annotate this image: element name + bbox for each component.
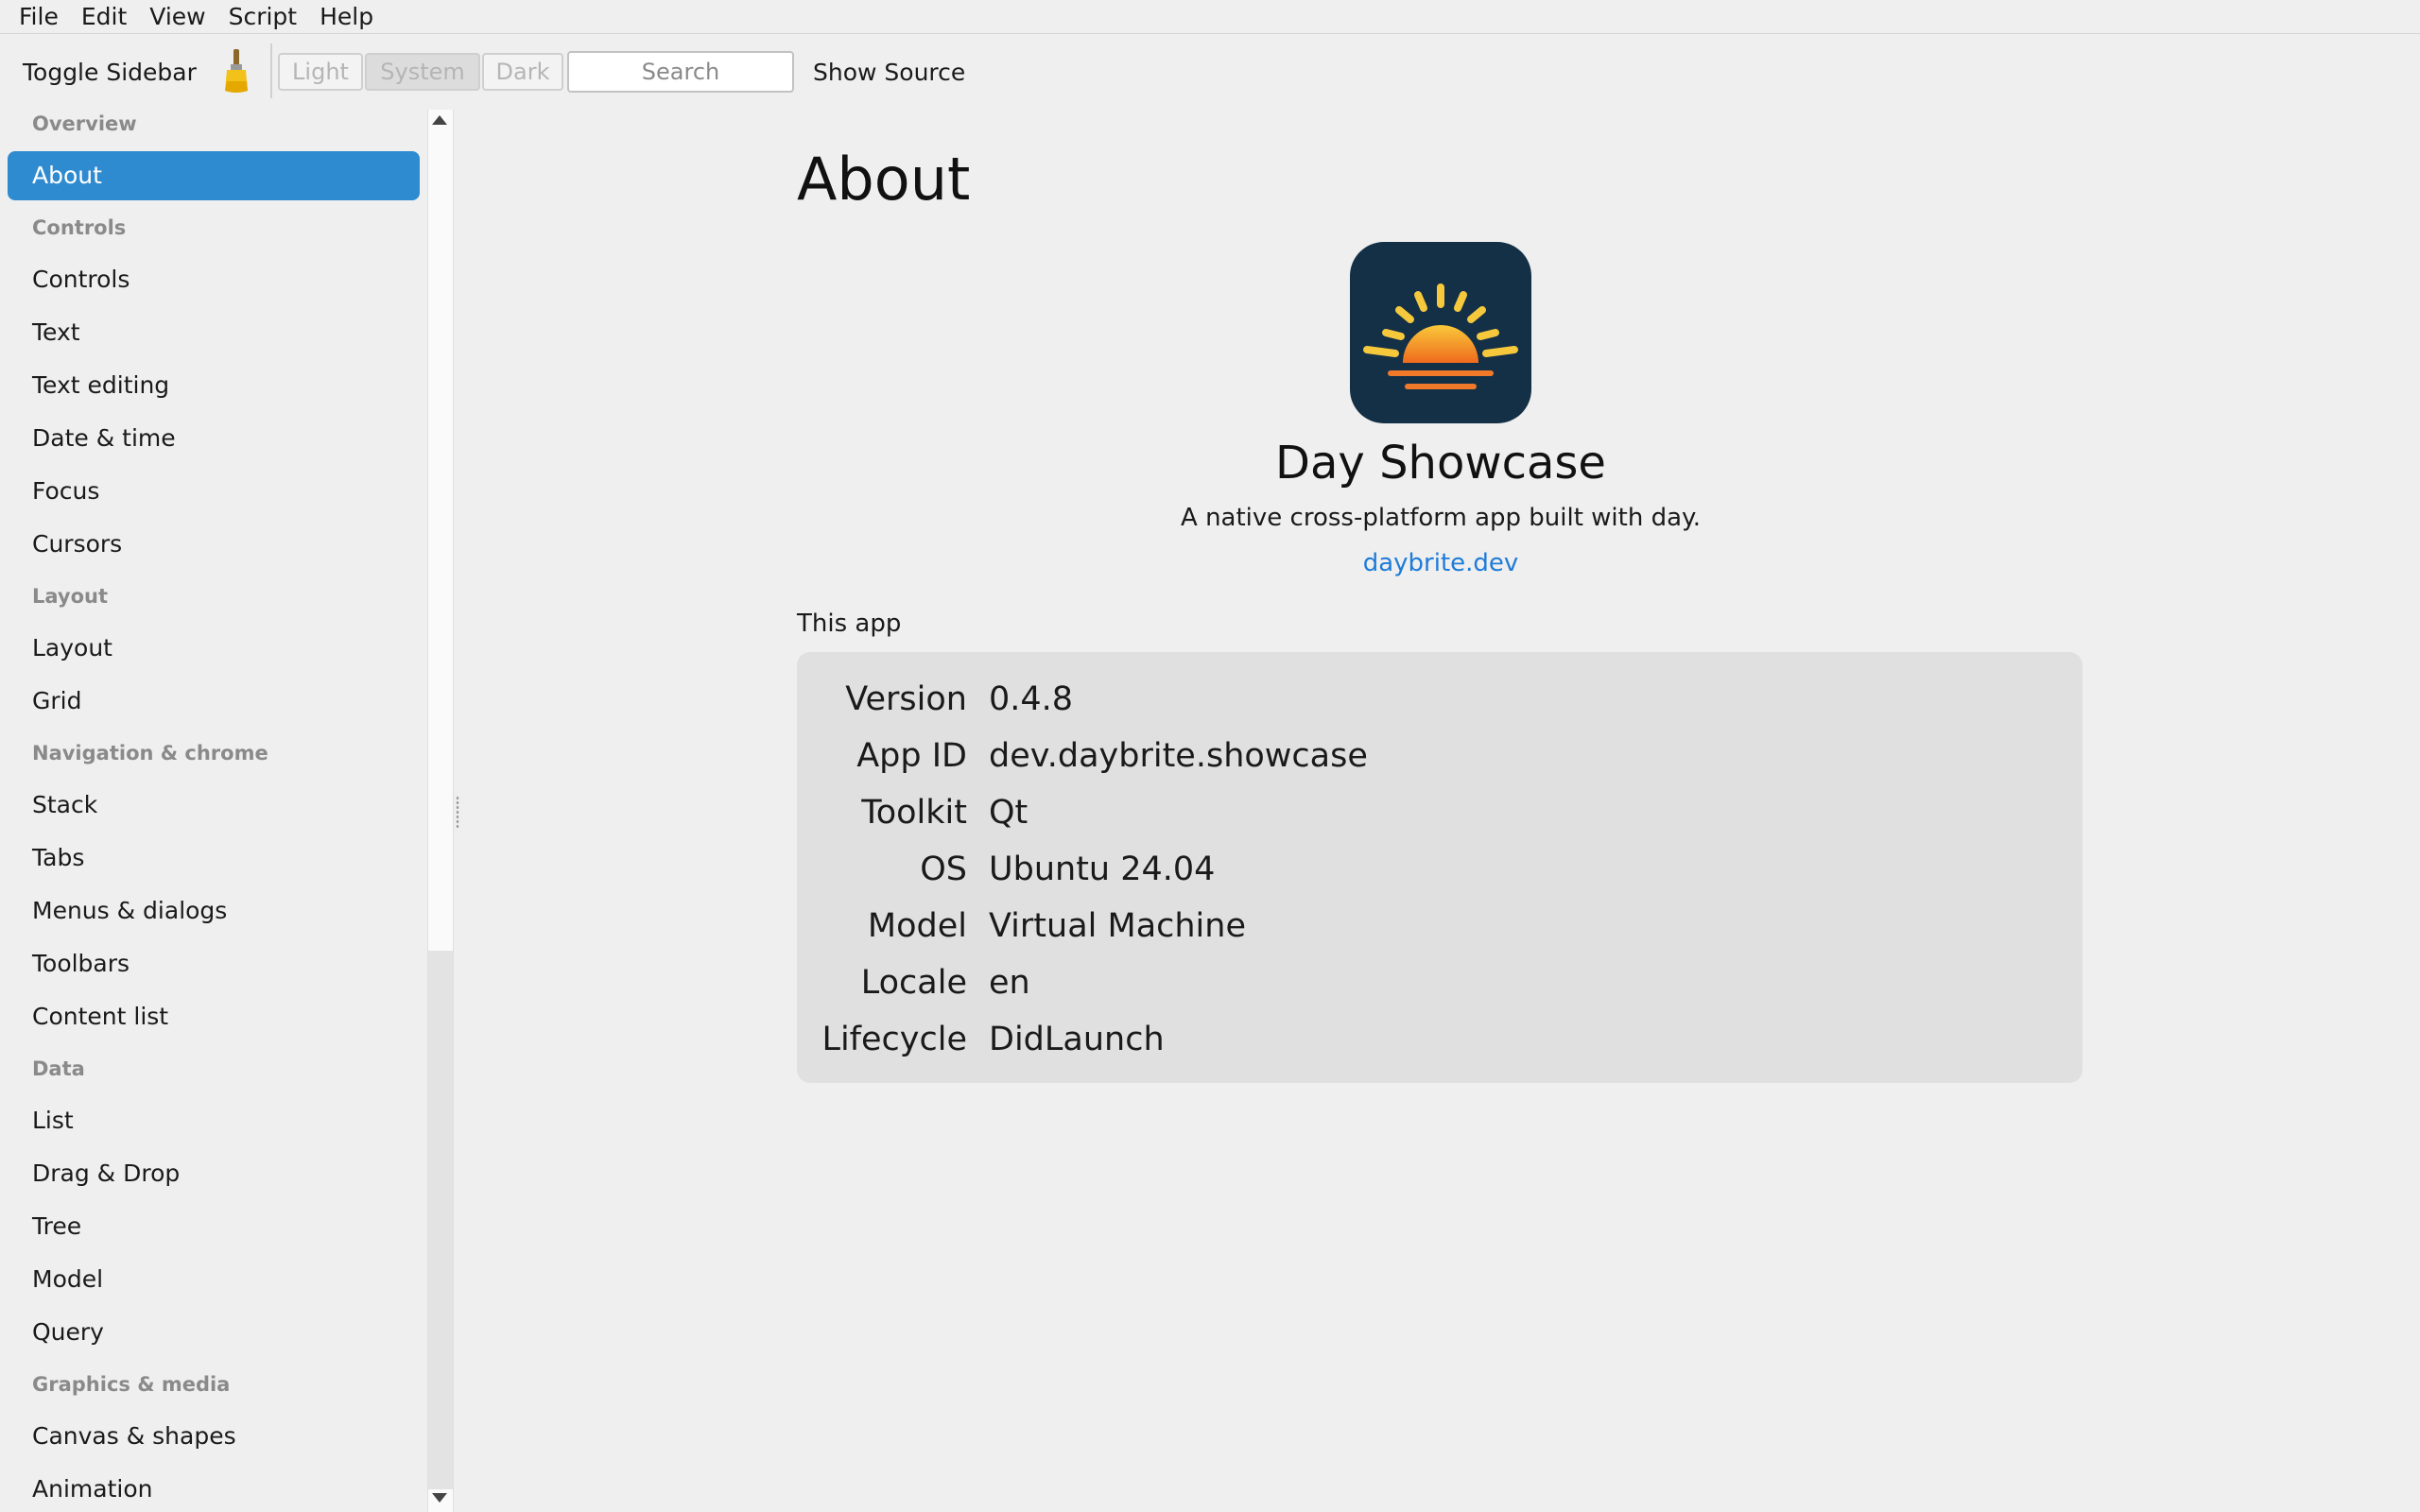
- sidebar-item-text-editing[interactable]: Text editing: [8, 361, 420, 410]
- sidebar-item-animation[interactable]: Animation: [8, 1465, 420, 1512]
- info-row-locale: Locale en: [797, 954, 2083, 1011]
- menu-script[interactable]: Script: [219, 0, 311, 33]
- info-row-version: Version 0.4.8: [797, 671, 2083, 728]
- sidebar-item-stack[interactable]: Stack: [8, 781, 420, 830]
- info-row-lifecycle: Lifecycle DidLaunch: [797, 1011, 2083, 1068]
- info-key: App ID: [856, 737, 967, 775]
- theme-light-button[interactable]: Light: [278, 53, 363, 91]
- info-value: en: [989, 964, 1030, 1002]
- app-tagline: A native cross-platform app built with d…: [1181, 504, 1701, 532]
- menu-edit[interactable]: Edit: [72, 0, 140, 33]
- sidebar-heading-graphics: Graphics & media: [32, 1373, 231, 1396]
- info-value: Ubuntu 24.04: [989, 850, 1216, 888]
- sidebar-heading-data: Data: [32, 1057, 85, 1080]
- info-value: Virtual Machine: [989, 907, 1247, 945]
- sidebar-item-layout[interactable]: Layout: [8, 624, 420, 673]
- sidebar-item-menus-dialogs[interactable]: Menus & dialogs: [8, 886, 420, 936]
- info-key: Locale: [860, 964, 967, 1002]
- sunrise-app-icon: [1350, 242, 1531, 423]
- info-row-toolkit: Toolkit Qt: [797, 784, 2083, 841]
- menu-view[interactable]: View: [140, 0, 218, 33]
- sidebar-item-cursors[interactable]: Cursors: [8, 520, 420, 569]
- sidebar-item-toolbars[interactable]: Toolbars: [8, 939, 420, 988]
- sidebar-item-tree[interactable]: Tree: [8, 1202, 420, 1251]
- scrollbar-track[interactable]: [428, 951, 453, 1489]
- sidebar-item-canvas-shapes[interactable]: Canvas & shapes: [8, 1412, 420, 1461]
- sidebar-heading-layout: Layout: [32, 585, 109, 608]
- theme-system-button[interactable]: System: [365, 53, 480, 91]
- sidebar-scrollbar[interactable]: [427, 110, 454, 1512]
- info-row-model: Model Virtual Machine: [797, 898, 2083, 954]
- info-value: dev.daybrite.showcase: [989, 737, 1368, 775]
- info-key: Lifecycle: [821, 1021, 967, 1058]
- toolbar: Toggle Sidebar Light System Dark Show So…: [0, 34, 2420, 110]
- toggle-sidebar-button[interactable]: Toggle Sidebar: [23, 59, 197, 86]
- sidebar-heading-overview: Overview: [32, 112, 137, 135]
- scroll-down-arrow-icon[interactable]: [432, 1493, 447, 1503]
- sidebar-item-query[interactable]: Query: [8, 1308, 420, 1357]
- sidebar-item-tabs[interactable]: Tabs: [8, 833, 420, 883]
- theme-dark-button[interactable]: Dark: [482, 53, 563, 91]
- info-row-app-id: App ID dev.daybrite.showcase: [797, 728, 2083, 784]
- sidebar-item-focus[interactable]: Focus: [8, 467, 420, 516]
- page-title: About: [797, 145, 971, 214]
- sidebar-item-list[interactable]: List: [8, 1096, 420, 1145]
- sidebar: Overview About Controls Controls Text Te…: [0, 110, 427, 1512]
- info-value: Qt: [989, 794, 1028, 832]
- info-key: Version: [845, 680, 967, 718]
- info-key: Toolkit: [861, 794, 967, 832]
- sidebar-item-content-list[interactable]: Content list: [8, 992, 420, 1041]
- sidebar-heading-controls: Controls: [32, 216, 127, 239]
- menu-bar: File Edit View Script Help: [0, 0, 2420, 34]
- sidebar-item-model[interactable]: Model: [8, 1255, 420, 1304]
- menu-help[interactable]: Help: [310, 0, 387, 33]
- info-row-os: OS Ubuntu 24.04: [797, 841, 2083, 898]
- menu-file[interactable]: File: [0, 0, 72, 33]
- sidebar-item-text[interactable]: Text: [8, 308, 420, 357]
- splitter-handle[interactable]: [456, 796, 459, 828]
- search-input[interactable]: [567, 51, 794, 93]
- section-label: This app: [797, 610, 902, 638]
- app-name: Day Showcase: [1275, 437, 1606, 490]
- toolbar-separator: [270, 43, 272, 98]
- scroll-up-arrow-icon[interactable]: [432, 115, 447, 125]
- app-info-card: Version 0.4.8 App ID dev.daybrite.showca…: [797, 652, 2083, 1083]
- sidebar-item-about[interactable]: About: [8, 151, 420, 200]
- sidebar-heading-navigation: Navigation & chrome: [32, 742, 268, 765]
- info-key: OS: [920, 850, 967, 888]
- paintbrush-icon[interactable]: [221, 47, 255, 96]
- sidebar-item-date-time[interactable]: Date & time: [8, 414, 420, 463]
- info-value: DidLaunch: [989, 1021, 1165, 1058]
- website-link[interactable]: daybrite.dev: [1063, 546, 1819, 580]
- info-value: 0.4.8: [989, 680, 1074, 718]
- sidebar-item-drag-drop[interactable]: Drag & Drop: [8, 1149, 420, 1198]
- sidebar-item-grid[interactable]: Grid: [8, 677, 420, 726]
- show-source-button[interactable]: Show Source: [813, 59, 965, 86]
- sidebar-item-controls[interactable]: Controls: [8, 255, 420, 304]
- info-key: Model: [867, 907, 967, 945]
